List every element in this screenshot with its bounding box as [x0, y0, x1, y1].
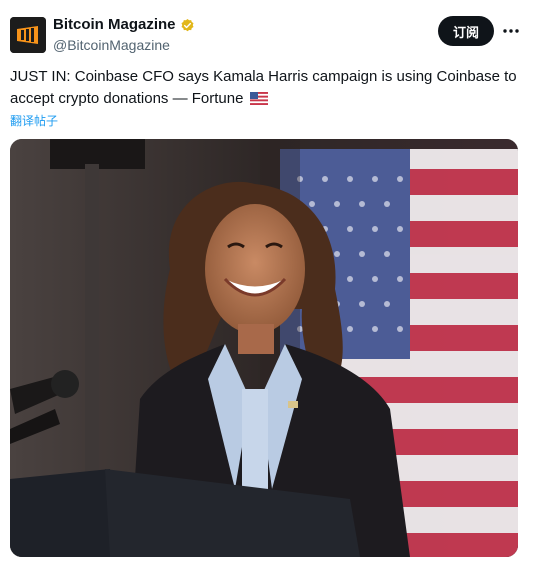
translate-post-link[interactable]: 翻译帖子: [10, 112, 58, 129]
tweet-text: JUST IN: Coinbase CFO says Kamala Harris…: [10, 66, 530, 110]
us-flag-emoji: [249, 92, 268, 105]
speaker-photo: [10, 139, 518, 557]
gold-check-icon: [181, 18, 194, 31]
bitcoin-magazine-logo-icon: [10, 17, 46, 53]
author-handle[interactable]: @BitcoinMagazine: [53, 36, 195, 55]
more-options-button[interactable]: [500, 20, 522, 42]
author-name-row[interactable]: Bitcoin Magazine: [53, 16, 195, 34]
post-photo[interactable]: [10, 139, 518, 557]
tweet-card: Bitcoin Magazine @BitcoinMagazine 订阅 JUS…: [0, 0, 544, 573]
author-block: Bitcoin Magazine @BitcoinMagazine: [53, 16, 195, 55]
subscribe-button[interactable]: 订阅: [438, 16, 494, 46]
display-name[interactable]: Bitcoin Magazine: [53, 16, 176, 34]
avatar[interactable]: [10, 17, 46, 53]
more-horizontal-icon: [503, 29, 519, 33]
